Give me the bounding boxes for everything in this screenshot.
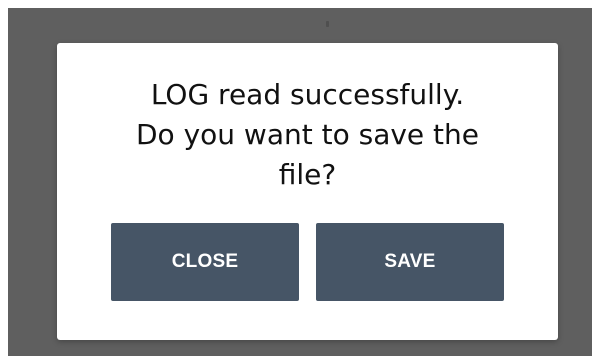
save-log-dialog: LOG read successfully. Do you want to sa… [57,43,558,340]
backdrop-fleck [326,21,329,27]
save-button[interactable]: SAVE [316,223,504,301]
dialog-message: LOG read successfully. Do you want to sa… [135,78,480,191]
close-button[interactable]: CLOSE [111,223,299,301]
